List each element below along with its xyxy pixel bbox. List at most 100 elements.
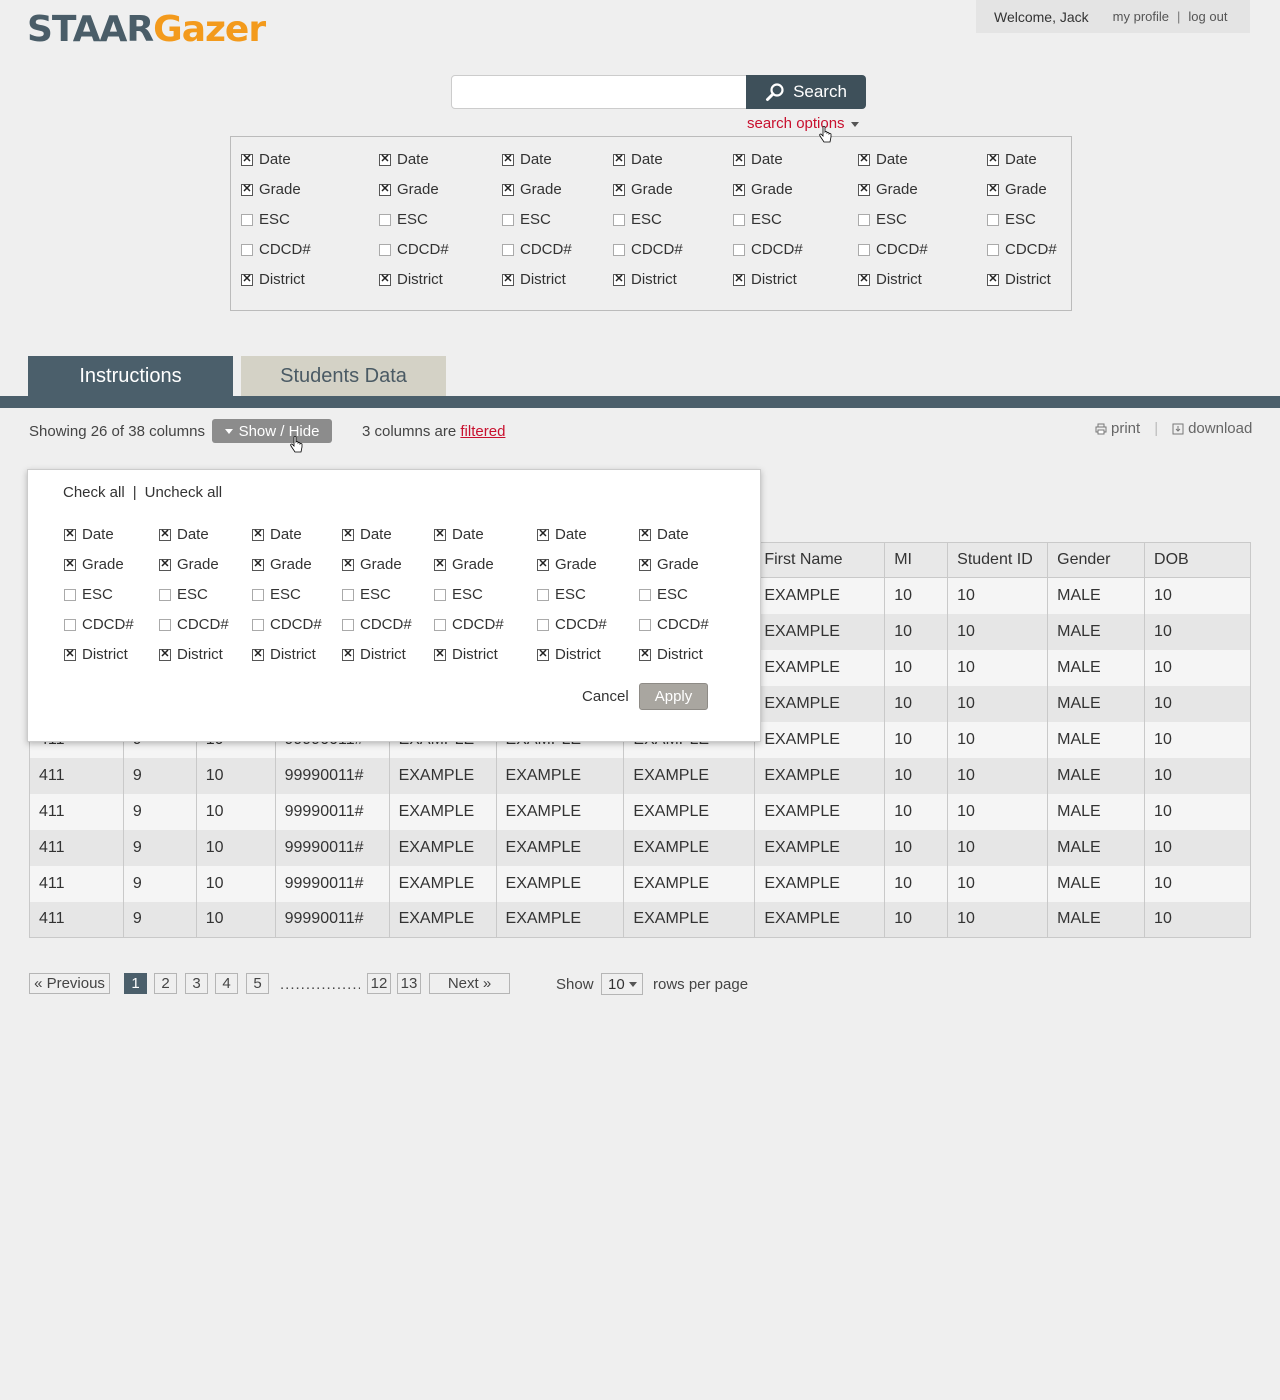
checkbox-unchecked-icon[interactable] [434, 618, 446, 631]
column-toggle-date-3[interactable]: ✕ Date [342, 526, 392, 543]
checkbox-unchecked-icon[interactable] [64, 588, 76, 601]
checkbox-unchecked-icon[interactable] [858, 243, 870, 256]
column-toggle-grade-2[interactable]: ✕ Grade [252, 556, 312, 573]
checkbox-checked-icon[interactable]: ✕ [613, 273, 625, 286]
print-link[interactable]: print [1095, 420, 1140, 437]
checkbox-checked-icon[interactable]: ✕ [858, 183, 870, 196]
checkbox-unchecked-icon[interactable] [379, 213, 391, 226]
checkbox-unchecked-icon[interactable] [537, 588, 549, 601]
checkbox-checked-icon[interactable]: ✕ [434, 528, 446, 541]
checkbox-unchecked-icon[interactable] [434, 588, 446, 601]
checkbox-checked-icon[interactable]: ✕ [159, 528, 171, 541]
column-header[interactable]: MI [884, 542, 949, 578]
column-header[interactable]: Student ID [947, 542, 1049, 578]
column-toggle-district-2[interactable]: ✕ District [502, 271, 566, 288]
tab-instructions[interactable]: Instructions [28, 356, 233, 397]
column-toggle-grade-3[interactable]: ✕ Grade [342, 556, 402, 573]
column-toggle-district-4[interactable]: ✕ District [733, 271, 797, 288]
column-toggle-cdcd-6[interactable]: CDCD# [987, 241, 1057, 258]
checkbox-checked-icon[interactable]: ✕ [252, 558, 264, 571]
checkbox-checked-icon[interactable]: ✕ [159, 558, 171, 571]
column-toggle-district-1[interactable]: ✕ District [379, 271, 443, 288]
checkbox-checked-icon[interactable]: ✕ [434, 648, 446, 661]
checkbox-checked-icon[interactable]: ✕ [379, 183, 391, 196]
column-toggle-district-5[interactable]: ✕ District [537, 646, 601, 663]
checkbox-checked-icon[interactable]: ✕ [733, 153, 745, 166]
checkbox-checked-icon[interactable]: ✕ [733, 183, 745, 196]
column-toggle-cdcd-2[interactable]: CDCD# [252, 616, 322, 633]
column-header[interactable]: Gender [1047, 542, 1146, 578]
column-toggle-grade-6[interactable]: ✕ Grade [987, 181, 1047, 198]
column-toggle-district-0[interactable]: ✕ District [64, 646, 128, 663]
column-toggle-district-3[interactable]: ✕ District [613, 271, 677, 288]
checkbox-checked-icon[interactable]: ✕ [613, 153, 625, 166]
column-toggle-esc-3[interactable]: ESC [613, 211, 662, 228]
column-toggle-district-0[interactable]: ✕ District [241, 271, 305, 288]
column-toggle-district-2[interactable]: ✕ District [252, 646, 316, 663]
column-toggle-cdcd-6[interactable]: CDCD# [639, 616, 709, 633]
column-toggle-district-6[interactable]: ✕ District [639, 646, 703, 663]
column-toggle-esc-1[interactable]: ESC [159, 586, 208, 603]
checkbox-checked-icon[interactable]: ✕ [64, 648, 76, 661]
column-toggle-grade-1[interactable]: ✕ Grade [379, 181, 439, 198]
column-toggle-cdcd-5[interactable]: CDCD# [858, 241, 928, 258]
column-toggle-esc-2[interactable]: ESC [252, 586, 301, 603]
column-toggle-esc-5[interactable]: ESC [537, 586, 586, 603]
column-toggle-cdcd-4[interactable]: CDCD# [434, 616, 504, 633]
column-toggle-grade-3[interactable]: ✕ Grade [613, 181, 673, 198]
checkbox-unchecked-icon[interactable] [342, 618, 354, 631]
checkbox-unchecked-icon[interactable] [241, 243, 253, 256]
checkbox-checked-icon[interactable]: ✕ [502, 153, 514, 166]
column-header[interactable]: DOB [1144, 542, 1251, 578]
checkbox-unchecked-icon[interactable] [733, 243, 745, 256]
column-toggle-grade-6[interactable]: ✕ Grade [639, 556, 699, 573]
column-toggle-grade-0[interactable]: ✕ Grade [64, 556, 124, 573]
column-toggle-district-1[interactable]: ✕ District [159, 646, 223, 663]
tab-students-data[interactable]: Students Data [241, 356, 446, 397]
log-out-link[interactable]: log out [1188, 9, 1227, 24]
search-options-toggle[interactable]: search options [747, 115, 859, 132]
column-toggle-date-6[interactable]: ✕ Date [639, 526, 689, 543]
checkbox-checked-icon[interactable]: ✕ [733, 273, 745, 286]
checkbox-checked-icon[interactable]: ✕ [64, 558, 76, 571]
column-toggle-esc-3[interactable]: ESC [342, 586, 391, 603]
column-toggle-esc-6[interactable]: ESC [639, 586, 688, 603]
logo[interactable]: STAARGazer [27, 10, 266, 50]
check-all-link[interactable]: Check all [63, 484, 125, 501]
column-toggle-date-4[interactable]: ✕ Date [733, 151, 783, 168]
column-toggle-date-6[interactable]: ✕ Date [987, 151, 1037, 168]
page-button-3[interactable]: 3 [185, 973, 208, 994]
checkbox-checked-icon[interactable]: ✕ [342, 648, 354, 661]
page-button-13[interactable]: 13 [397, 973, 421, 994]
column-toggle-grade-0[interactable]: ✕ Grade [241, 181, 301, 198]
checkbox-checked-icon[interactable]: ✕ [987, 183, 999, 196]
column-toggle-date-1[interactable]: ✕ Date [159, 526, 209, 543]
checkbox-unchecked-icon[interactable] [639, 618, 651, 631]
column-toggle-grade-2[interactable]: ✕ Grade [502, 181, 562, 198]
checkbox-checked-icon[interactable]: ✕ [858, 273, 870, 286]
page-button-1[interactable]: 1 [124, 973, 147, 994]
column-toggle-esc-0[interactable]: ESC [64, 586, 113, 603]
search-input[interactable] [451, 75, 747, 109]
column-toggle-date-1[interactable]: ✕ Date [379, 151, 429, 168]
checkbox-checked-icon[interactable]: ✕ [64, 528, 76, 541]
column-toggle-cdcd-5[interactable]: CDCD# [537, 616, 607, 633]
column-toggle-cdcd-2[interactable]: CDCD# [502, 241, 572, 258]
checkbox-unchecked-icon[interactable] [502, 213, 514, 226]
column-toggle-date-0[interactable]: ✕ Date [241, 151, 291, 168]
column-toggle-cdcd-3[interactable]: CDCD# [342, 616, 412, 633]
checkbox-checked-icon[interactable]: ✕ [858, 153, 870, 166]
download-link[interactable]: download [1172, 420, 1252, 437]
column-toggle-grade-5[interactable]: ✕ Grade [537, 556, 597, 573]
column-toggle-cdcd-0[interactable]: CDCD# [241, 241, 311, 258]
checkbox-unchecked-icon[interactable] [858, 213, 870, 226]
checkbox-checked-icon[interactable]: ✕ [252, 528, 264, 541]
checkbox-unchecked-icon[interactable] [987, 213, 999, 226]
checkbox-unchecked-icon[interactable] [159, 588, 171, 601]
checkbox-unchecked-icon[interactable] [252, 588, 264, 601]
show-hide-button[interactable]: Show / Hide [212, 419, 332, 443]
column-toggle-grade-4[interactable]: ✕ Grade [733, 181, 793, 198]
checkbox-unchecked-icon[interactable] [64, 618, 76, 631]
checkbox-checked-icon[interactable]: ✕ [537, 648, 549, 661]
checkbox-checked-icon[interactable]: ✕ [241, 183, 253, 196]
